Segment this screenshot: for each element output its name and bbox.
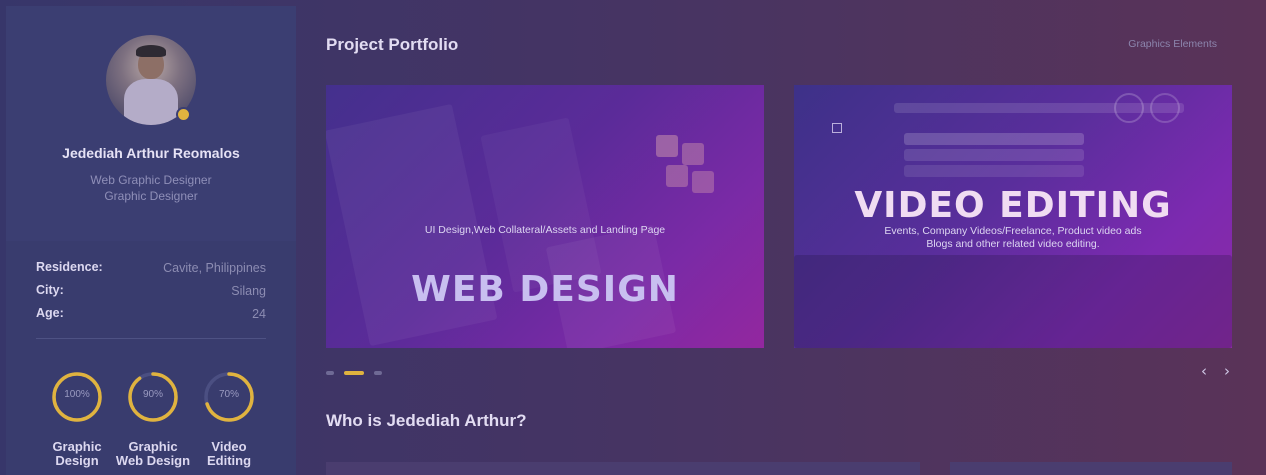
section-title-about: Who is Jedediah Arthur? (326, 411, 527, 430)
card-title: WEB DESIGN (411, 269, 679, 310)
skill-name: Video Editing (206, 439, 252, 468)
expand-icon[interactable] (832, 123, 842, 133)
portfolio-card-video-editing[interactable]: VIDEO EDITING Events, Company Videos/Fre… (794, 85, 1232, 348)
profile-role: Graphic Designer (104, 189, 198, 203)
info-label: Age: (36, 306, 64, 320)
graphics-elements-link[interactable]: Graphics Elements (1128, 38, 1217, 50)
profile-role: Web Graphic Designer (90, 173, 212, 187)
info-value: 24 (252, 307, 266, 321)
card-title: VIDEO EDITING (854, 185, 1172, 226)
profile-card: Jedediah Arthur Reomalos Web Graphic Des… (6, 6, 296, 241)
card-subtitle: UI Design,Web Collateral/Assets and Land… (424, 224, 666, 236)
skill-name: Graphic Web Design (115, 439, 191, 468)
about-panel (326, 462, 920, 475)
chevron-right-icon[interactable]: › (1220, 362, 1234, 380)
carousel-dot[interactable] (374, 371, 382, 375)
skill-percent: 100% (64, 389, 90, 400)
info-row-city: City: Silang (36, 283, 266, 301)
skill-percent: 90% (142, 389, 163, 400)
info-row-age: Age: 24 (36, 306, 266, 324)
info-label: City: (36, 283, 64, 297)
carousel-dot[interactable] (326, 371, 334, 375)
info-value: Cavite, Philippines (163, 261, 266, 275)
skill-percent: 70% (218, 389, 239, 400)
info-label: Residence: (36, 260, 103, 274)
card-subtitle: Blogs and other related video editing. (926, 238, 1100, 250)
chevron-left-icon[interactable]: ‹ (1197, 362, 1211, 380)
about-side-panel (950, 462, 1232, 475)
online-status-dot (176, 107, 191, 122)
card-subtitle: Events, Company Videos/Freelance, Produc… (884, 225, 1142, 237)
info-value: Silang (231, 284, 266, 298)
portfolio-card-web-design[interactable]: WEB DESIGN UI Design,Web Collateral/Asse… (326, 85, 764, 348)
divider (36, 338, 266, 339)
section-title-portfolio: Project Portfolio (326, 35, 459, 54)
profile-name: Jedediah Arthur Reomalos (62, 145, 240, 161)
profile-sidebar: Jedediah Arthur Reomalos Web Graphic Des… (6, 6, 296, 475)
carousel-dot[interactable] (344, 371, 364, 375)
skill-name: Graphic Design (52, 439, 102, 468)
info-row-residence: Residence: Cavite, Philippines (36, 260, 266, 278)
